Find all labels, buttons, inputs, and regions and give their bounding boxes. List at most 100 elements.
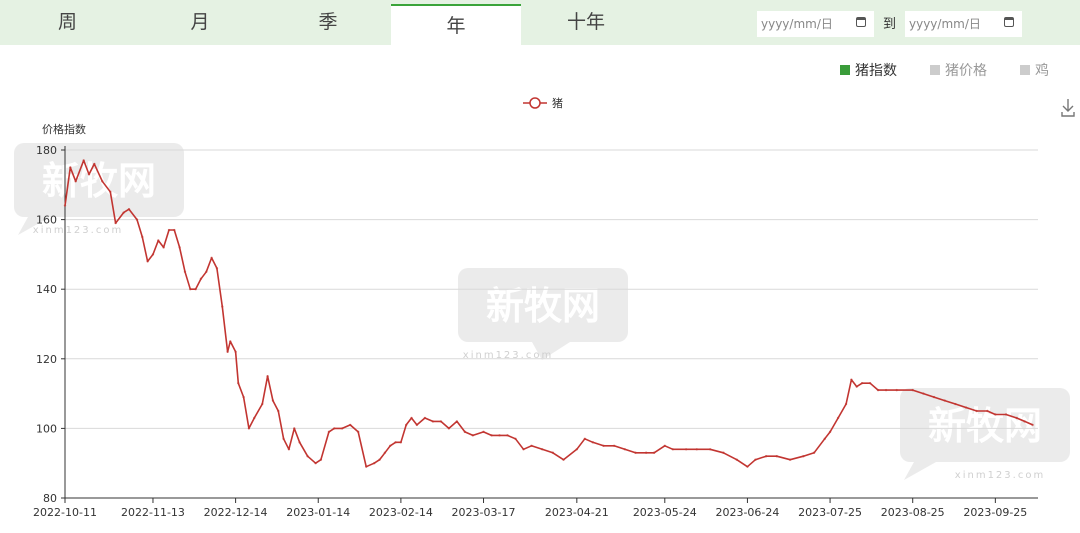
data-point [74,180,77,183]
y-tick-label: 100 [36,422,57,435]
data-point [562,458,565,461]
data-point [471,434,475,437]
data-point [234,350,237,354]
data-point [746,465,749,468]
data-point [623,448,627,451]
data-point [253,416,256,420]
data-point [735,458,738,461]
data-point [405,423,408,427]
data-point [490,434,493,437]
data-point [341,427,344,430]
data-point [994,413,997,416]
data-point [602,444,605,447]
data-point [855,385,858,388]
y-tick-label: 180 [36,144,57,157]
data-point [812,451,816,454]
data-point [229,340,232,343]
data-point [314,462,317,465]
data-point [634,451,637,454]
data-point [162,246,165,249]
x-tick-label: 2023-01-14 [286,506,350,519]
data-point [591,441,595,444]
data-point [394,441,397,444]
data-point [922,392,925,395]
data-point [210,256,213,260]
data-point [410,416,413,420]
data-point [447,427,451,430]
x-tick-label: 2023-08-25 [881,506,945,519]
data-point [895,388,898,392]
data-point [135,218,139,221]
data-point [954,402,957,406]
data-point [722,451,725,454]
x-tick-label: 2023-06-24 [715,506,779,519]
y-tick-label: 80 [43,492,57,505]
data-point [506,434,509,437]
data-point [282,437,285,441]
data-point [287,448,291,451]
data-point [986,409,989,413]
data-point [101,180,104,183]
data-point [463,430,467,434]
price-index-chart: 80 100 120 140 160 180 2022-10-11 2022-11-13 202… [33,97,1038,519]
data-point [63,204,67,207]
data-point [271,399,275,402]
data-point [141,235,144,239]
data-point [373,462,376,465]
legend-marker [529,97,541,109]
axes: 80 100 120 140 160 180 2022-10-11 2022-11-13 202… [33,144,1038,519]
data-point [1015,416,1018,420]
data-point [540,448,544,451]
data-point [215,267,219,270]
data-point [671,448,674,451]
data-point [932,395,936,399]
data-point [82,159,85,162]
data-point [167,228,171,232]
legend-label: 猪 [552,97,563,110]
y-tick-label: 160 [36,214,57,227]
data-point [975,409,978,413]
x-tick-label: 2023-07-25 [798,506,862,519]
chart-legend[interactable]: 猪 [523,97,563,110]
data-point [868,381,872,385]
data-point [663,444,666,447]
data-point [684,448,688,451]
data-point [788,458,792,461]
data-point [127,207,131,211]
data-point [1031,423,1034,427]
data-point [383,451,387,454]
data-point [69,166,72,169]
data-point [319,458,323,461]
y-tick-label: 140 [36,283,57,296]
data-point [327,430,331,434]
data-point [178,246,181,249]
data-point [964,406,968,409]
data-point [261,402,264,406]
data-point [575,448,579,451]
data-point [237,381,240,385]
data-point [708,448,712,451]
data-point [844,402,848,406]
data-point [221,305,224,308]
data-point [242,395,245,399]
data-point [349,423,352,427]
data-point [306,455,309,458]
data-point [644,451,648,454]
data-point [189,288,192,291]
data-point [836,416,840,420]
data-point [1023,420,1026,423]
data-point [884,388,888,392]
data-point [455,420,459,423]
data-point [293,427,296,430]
data-point [850,378,853,381]
data-point [122,211,125,214]
data-point [876,388,880,392]
data-point [183,270,187,273]
data-point [357,430,360,434]
data-point [109,190,112,193]
data-point [514,437,517,441]
data-point [151,253,155,256]
data-point [199,277,203,280]
data-point [754,458,757,461]
data-point [389,444,392,447]
